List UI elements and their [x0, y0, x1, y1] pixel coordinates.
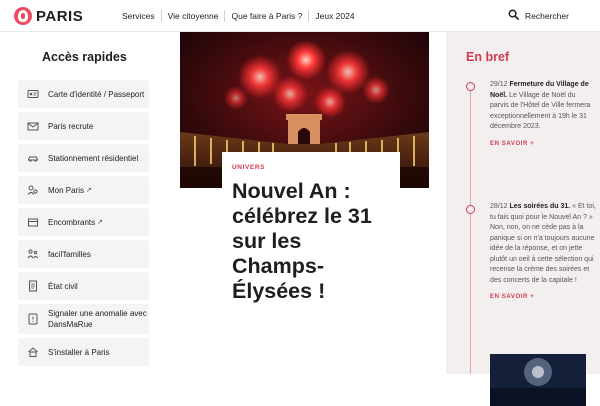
search-label: Rechercher [525, 10, 569, 21]
logo-text: PARIS [36, 7, 84, 25]
quick-link-sinstaller[interactable]: S'installer à Paris [18, 338, 149, 366]
news-item[interactable]: 29/12 Fermeture du Village de Noël. Le V… [490, 80, 596, 149]
main-nav: Services Vie citoyenne Que faire à Paris… [116, 0, 361, 32]
article-title[interactable]: Nouvel An : célébrez le 31 sur les Champ… [232, 179, 390, 304]
en-bref-panel: En bref 29/12 Fermeture du Village de No… [446, 32, 600, 406]
family-icon [27, 248, 39, 260]
external-link-icon: ↗ [86, 186, 92, 194]
quick-link-etat-civil[interactable]: État civil [18, 272, 149, 300]
car-icon [27, 152, 39, 164]
quick-link-paris-recrute[interactable]: Paris recrute [18, 112, 149, 140]
nav-que-faire[interactable]: Que faire à Paris ? [225, 9, 308, 23]
quick-access-panel: Accès rapides Carte d'identité / Passepo… [0, 32, 163, 374]
site-header: PARIS Services Vie citoyenne Que faire à… [0, 0, 600, 32]
search-icon [508, 9, 519, 22]
news-item[interactable]: 28/12 Les soirées du 31. « Et toi, tu fa… [490, 202, 596, 303]
nav-vie-citoyenne[interactable]: Vie citoyenne [162, 9, 225, 23]
news-body: « Et toi, tu fais quoi pour le Nouvel An… [490, 203, 596, 284]
news-thumbnail-image[interactable] [490, 354, 586, 406]
report-icon [27, 313, 39, 325]
quick-access-title: Accès rapides [42, 50, 127, 64]
nav-services[interactable]: Services [116, 9, 161, 23]
news-date: 29/12 [490, 81, 508, 88]
quick-link-facil-familles[interactable]: facil'familles [18, 240, 149, 268]
id-card-icon [27, 88, 39, 100]
search-button[interactable]: Rechercher [508, 9, 569, 22]
external-link-icon: ↗ [97, 218, 104, 226]
mail-icon [27, 120, 39, 132]
timeline-line [470, 84, 471, 374]
read-more-link[interactable]: EN SAVOIR + [490, 139, 596, 150]
fireworks-thumbnail-illustration [490, 354, 586, 406]
news-date: 28/12 [490, 203, 508, 210]
home-icon [27, 346, 39, 358]
quick-link-encombrants[interactable]: Encombrants ↗ [18, 208, 149, 236]
read-more-link[interactable]: EN SAVOIR + [490, 292, 596, 303]
timeline-dot [466, 82, 475, 91]
paris-logo-icon [14, 7, 32, 25]
quick-link-mon-paris[interactable]: Mon Paris ↗ [18, 176, 149, 204]
featured-article-card[interactable]: UNIVERS Nouvel An : célébrez le 31 sur l… [222, 152, 400, 352]
box-icon [27, 216, 39, 228]
quick-link-dansmarue[interactable]: Signaler une anomalie avec DansMaRue [18, 304, 149, 334]
quick-link-stationnement[interactable]: Stationnement résidentiel [18, 144, 149, 172]
en-bref-title: En bref [466, 50, 510, 64]
paris-logo[interactable]: PARIS [14, 7, 83, 25]
document-icon [27, 280, 39, 292]
timeline-dot [466, 205, 475, 214]
news-headline[interactable]: Les soirées du 31. [509, 203, 570, 210]
nav-jeux-2024[interactable]: Jeux 2024 [309, 9, 360, 23]
quick-link-id-card[interactable]: Carte d'identité / Passeport [18, 80, 149, 108]
user-icon [27, 184, 39, 196]
article-category: UNIVERS [232, 164, 266, 171]
